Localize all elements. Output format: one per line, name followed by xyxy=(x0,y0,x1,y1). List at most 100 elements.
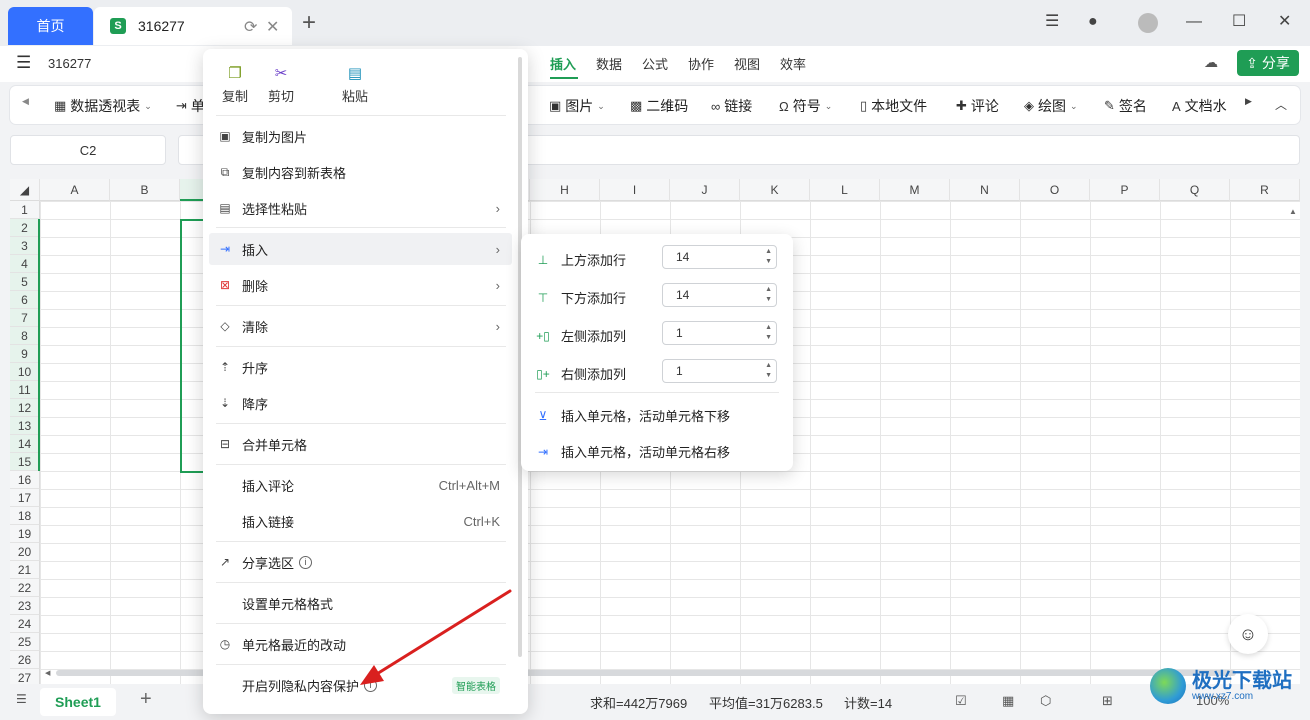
insert-cell-shift-down-item[interactable]: ⊻ 插入单元格，活动单元格下移 xyxy=(535,406,730,425)
share-button[interactable]: ⇪ 分享 xyxy=(1237,50,1299,76)
avatar[interactable] xyxy=(1138,13,1158,33)
add-row-above-item[interactable]: ⊥ 上方添加行 xyxy=(535,250,626,269)
share-selection-item[interactable]: ↗ 分享选区 i xyxy=(209,546,512,578)
local-file-button[interactable]: ▯ 本地文件 xyxy=(860,96,927,116)
row-header[interactable]: 22 xyxy=(10,579,40,597)
row-header[interactable]: 27 xyxy=(10,669,40,684)
assistant-bot-icon[interactable]: ☺ xyxy=(1228,614,1268,654)
cell-reference-box[interactable]: C2 xyxy=(10,135,166,165)
column-header[interactable]: R xyxy=(1230,179,1300,201)
clear-item[interactable]: ◇ 清除 › xyxy=(209,310,512,342)
new-tab-icon[interactable]: + xyxy=(302,10,316,36)
link-button[interactable]: ∞ 链接 xyxy=(711,96,752,116)
row-header[interactable]: 9 xyxy=(10,345,40,363)
row-header[interactable]: 21 xyxy=(10,561,40,579)
drawing-button[interactable]: ◈ 绘图 ⌄ xyxy=(1024,96,1078,116)
column-header[interactable]: N xyxy=(950,179,1020,201)
column-header[interactable]: M xyxy=(880,179,950,201)
sign-button[interactable]: ✎ 签名 xyxy=(1104,96,1147,116)
sort-ascending-item[interactable]: ⇡ 升序 xyxy=(209,351,512,383)
add-row-below-item[interactable]: ⊤ 下方添加行 xyxy=(535,288,626,307)
chat-icon[interactable]: ● xyxy=(1088,12,1098,32)
row-header[interactable]: 6 xyxy=(10,291,40,309)
vertical-scrollbar[interactable] xyxy=(1288,206,1296,676)
copy-button[interactable]: ❐ 复制 xyxy=(210,65,260,105)
insert-cell-button[interactable]: ⇥ 单 xyxy=(176,96,205,116)
watermark-button[interactable]: A 文档水 xyxy=(1172,96,1227,116)
plugin-icon[interactable]: ⬡ xyxy=(1040,693,1051,709)
toolbar-scroll-left-icon[interactable]: ◀ xyxy=(22,96,29,107)
stepper-icon[interactable]: ▲ ▼ xyxy=(765,247,772,267)
row-below-count-input[interactable]: 14 ▲ ▼ xyxy=(662,283,777,307)
row-header[interactable]: 7 xyxy=(10,309,40,327)
stepper-icon[interactable]: ▲ ▼ xyxy=(765,323,772,343)
row-header[interactable]: 19 xyxy=(10,525,40,543)
row-header[interactable]: 17 xyxy=(10,489,40,507)
table-icon[interactable]: ▦ xyxy=(1002,693,1014,709)
column-header[interactable]: L xyxy=(810,179,880,201)
row-header[interactable]: 15 xyxy=(10,453,40,471)
insert-link-item[interactable]: 插入链接 Ctrl+K xyxy=(209,505,512,537)
row-header[interactable]: 16 xyxy=(10,471,40,489)
column-header[interactable]: A xyxy=(40,179,110,201)
check-icon[interactable]: ☑ xyxy=(955,693,967,709)
maximize-icon[interactable]: ☐ xyxy=(1232,12,1246,32)
row-header[interactable]: 3 xyxy=(10,237,40,255)
stepper-icon[interactable]: ▲ ▼ xyxy=(765,361,772,381)
tab-view[interactable]: 视图 xyxy=(734,54,760,73)
row-header[interactable]: 18 xyxy=(10,507,40,525)
merge-cells-item[interactable]: ⊟ 合并单元格 xyxy=(209,428,512,460)
hamburger-icon[interactable]: ☰ xyxy=(16,53,31,73)
comment-button[interactable]: ✚ 评论 xyxy=(956,96,999,116)
paste-special-item[interactable]: ▤ 选择性粘贴 › xyxy=(209,192,512,224)
add-column-left-item[interactable]: +▯ 左侧添加列 xyxy=(535,326,626,345)
delete-item[interactable]: ⊠ 删除 › xyxy=(209,269,512,301)
column-header[interactable]: O xyxy=(1020,179,1090,201)
row-header[interactable]: 23 xyxy=(10,597,40,615)
freeze-icon[interactable]: ⊞ xyxy=(1102,693,1113,709)
sheet-list-icon[interactable]: ☰ xyxy=(16,692,27,706)
row-header[interactable]: 4 xyxy=(10,255,40,273)
add-sheet-icon[interactable]: + xyxy=(140,688,152,711)
column-right-count-input[interactable]: 1 ▲ ▼ xyxy=(662,359,777,383)
row-header[interactable]: 25 xyxy=(10,633,40,651)
row-header[interactable]: 20 xyxy=(10,543,40,561)
column-header[interactable]: I xyxy=(600,179,670,201)
row-header[interactable]: 14 xyxy=(10,435,40,453)
list-icon[interactable]: ☰ xyxy=(1045,12,1059,32)
tab-formula[interactable]: 公式 xyxy=(642,54,668,73)
close-tab-icon[interactable]: ✕ xyxy=(266,17,279,37)
image-button[interactable]: ▣ 图片 ⌄ xyxy=(549,96,605,116)
close-window-icon[interactable]: ✕ xyxy=(1278,12,1291,32)
scroll-left-icon[interactable]: ◀ xyxy=(45,669,50,677)
select-all-corner[interactable]: ◢ xyxy=(10,179,40,201)
row-header[interactable]: 11 xyxy=(10,381,40,399)
tab-collab[interactable]: 协作 xyxy=(688,54,714,73)
column-header[interactable]: B xyxy=(110,179,180,201)
scroll-up-icon[interactable]: ▲ xyxy=(1289,207,1297,216)
symbol-button[interactable]: Ω 符号 ⌄ xyxy=(779,96,832,116)
info-icon[interactable]: i xyxy=(299,555,313,569)
copy-to-new-sheet-item[interactable]: ⧉ 复制内容到新表格 xyxy=(209,156,512,188)
stepper-icon[interactable]: ▲ ▼ xyxy=(765,285,772,305)
sort-descending-item[interactable]: ⇣ 降序 xyxy=(209,387,512,419)
copy-as-image-item[interactable]: ▣ 复制为图片 xyxy=(209,120,512,152)
insert-comment-item[interactable]: 插入评论 Ctrl+Alt+M xyxy=(209,469,512,501)
row-header[interactable]: 8 xyxy=(10,327,40,345)
insert-item[interactable]: ⇥ 插入 › xyxy=(209,233,512,265)
tab-efficiency[interactable]: 效率 xyxy=(780,54,806,73)
cut-button[interactable]: ✂ 剪切 xyxy=(256,65,306,105)
row-above-count-input[interactable]: 14 ▲ ▼ xyxy=(662,245,777,269)
paste-button[interactable]: ▤ 粘贴 xyxy=(330,65,380,105)
minimize-icon[interactable]: — xyxy=(1186,12,1202,32)
cloud-sync-icon[interactable]: ☁ xyxy=(1204,54,1218,71)
tab-document[interactable]: S 316277 ⟳ ✕ xyxy=(94,7,292,45)
refresh-icon[interactable]: ⟳ xyxy=(244,17,257,37)
row-header[interactable]: 2 xyxy=(10,219,40,237)
tab-home[interactable]: 首页 xyxy=(8,7,93,45)
row-header[interactable]: 10 xyxy=(10,363,40,381)
row-header[interactable]: 1 xyxy=(10,201,40,219)
column-header[interactable]: P xyxy=(1090,179,1160,201)
column-left-count-input[interactable]: 1 ▲ ▼ xyxy=(662,321,777,345)
row-header[interactable]: 13 xyxy=(10,417,40,435)
